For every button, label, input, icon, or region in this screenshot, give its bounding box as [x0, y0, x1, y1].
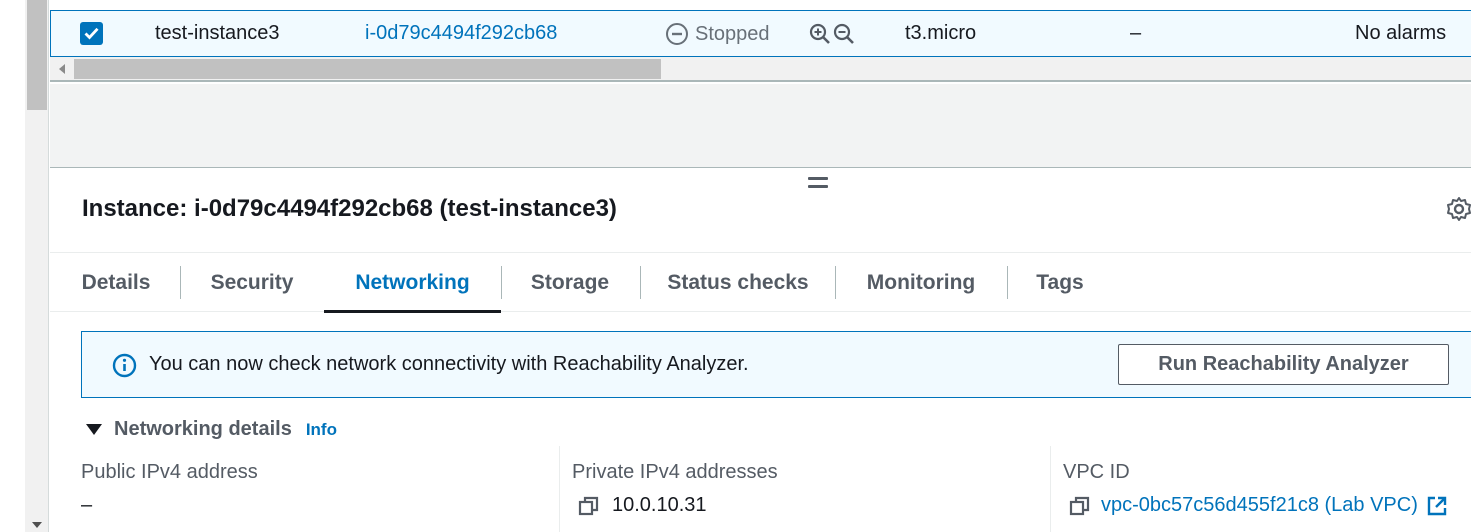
run-reachability-analyzer-button[interactable]: Run Reachability Analyzer	[1118, 344, 1449, 385]
instance-state-label: Stopped	[695, 22, 770, 45]
tab-networking[interactable]: Networking	[324, 254, 501, 313]
tab-separator	[835, 266, 836, 299]
row-checkbox[interactable]	[80, 22, 103, 45]
tab-tags[interactable]: Tags	[1018, 254, 1102, 312]
zoom-out-icon[interactable]	[833, 23, 855, 45]
alert-message: You can now check network connectivity w…	[149, 353, 749, 375]
stopped-status-icon	[666, 23, 688, 45]
reachability-info-alert: You can now check network connectivity w…	[81, 331, 1471, 398]
copy-icon[interactable]	[1069, 495, 1091, 517]
tab-separator	[501, 266, 502, 299]
info-icon	[112, 353, 137, 378]
scroll-left-arrow-icon[interactable]	[59, 64, 65, 74]
tab-separator	[1007, 266, 1008, 299]
vertical-scrollbar-thumb[interactable]	[27, 0, 47, 110]
private-ipv4-value: 10.0.10.31	[612, 494, 707, 516]
horizontal-scrollbar-thumb[interactable]	[74, 59, 661, 79]
private-ipv4-label: Private IPv4 addresses	[572, 461, 778, 483]
panel-title: Instance: i-0d79c4494f292cb68 (test-inst…	[82, 195, 617, 222]
external-link-icon[interactable]	[1426, 495, 1448, 517]
panel-resize-handle[interactable]	[808, 177, 828, 193]
private-ipv4-field: 10.0.10.31	[578, 494, 707, 517]
caret-down-icon[interactable]	[86, 424, 102, 435]
checkmark-icon	[84, 27, 99, 40]
vpc-id-field: vpc-0bc57c56d455f21c8 (Lab VPC)	[1069, 494, 1448, 517]
state-zoom-controls	[809, 23, 855, 45]
scroll-down-arrow-icon[interactable]	[32, 522, 42, 528]
tab-security[interactable]: Security	[192, 254, 312, 312]
column-divider	[1050, 446, 1051, 532]
horizontal-scrollbar[interactable]	[50, 57, 1471, 82]
column-divider	[559, 446, 560, 532]
public-ipv4-value: –	[81, 494, 93, 516]
vertical-scrollbar[interactable]	[25, 0, 49, 532]
public-ipv4-label: Public IPv4 address	[81, 461, 258, 483]
status-check-cell: –	[1130, 22, 1142, 44]
tab-status-checks[interactable]: Status checks	[652, 254, 824, 312]
tab-storage[interactable]: Storage	[512, 254, 628, 312]
instance-id-link[interactable]: i-0d79c4494f292cb68	[365, 22, 557, 45]
zoom-in-icon[interactable]	[809, 23, 831, 45]
section-title: Networking details	[114, 418, 292, 440]
settings-gear-icon[interactable]	[1446, 196, 1471, 227]
copy-icon[interactable]	[578, 495, 600, 517]
tab-separator	[640, 266, 641, 299]
tab-separator	[180, 266, 181, 299]
tab-monitoring[interactable]: Monitoring	[847, 254, 995, 312]
info-link[interactable]: Info	[306, 420, 337, 440]
divider	[50, 252, 1471, 253]
detail-tabs: Details Security Networking Storage Stat…	[50, 254, 1471, 313]
tab-details[interactable]: Details	[66, 254, 166, 312]
networking-details-header[interactable]: Networking details Info	[86, 418, 337, 441]
instance-state-cell: Stopped	[665, 22, 770, 46]
alarm-status-cell: No alarms	[1355, 22, 1447, 44]
vpc-id-link[interactable]: vpc-0bc57c56d455f21c8 (Lab VPC)	[1101, 494, 1418, 517]
table-empty-area	[50, 84, 1471, 168]
vpc-id-label: VPC ID	[1063, 461, 1130, 483]
table-row[interactable]: test-instance3 i-0d79c4494f292cb68 Stopp…	[50, 10, 1471, 57]
instance-name-cell: test-instance3	[155, 22, 280, 44]
instance-type-cell: t3.micro	[905, 22, 977, 44]
